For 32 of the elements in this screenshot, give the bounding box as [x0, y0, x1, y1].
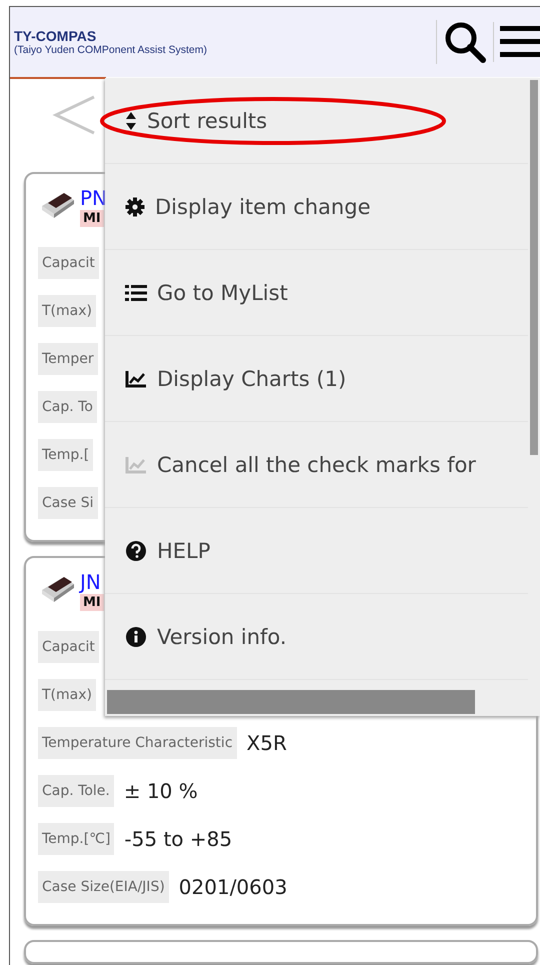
- back-icon[interactable]: [52, 95, 96, 135]
- scrollbar[interactable]: [530, 80, 538, 455]
- spec-label: T(max): [38, 295, 96, 327]
- menu-item[interactable]: Go to MyList: [105, 250, 528, 336]
- spec-label: Temperature Characteristic: [38, 727, 237, 759]
- spec-value: X5R: [246, 731, 287, 755]
- menu-item[interactable]: HELP: [105, 508, 528, 594]
- spec-label: Cap. Tole.: [38, 775, 114, 807]
- menu-item[interactable]: Version info.: [105, 594, 528, 680]
- spec-label: Temper: [38, 343, 98, 375]
- scrollbar[interactable]: [107, 690, 475, 714]
- part-number-link[interactable]: JN: [80, 570, 101, 594]
- product-badge: MI: [80, 210, 104, 227]
- menu-item[interactable]: Display Charts (1): [105, 336, 528, 422]
- spec-label: Temp.[℃]: [38, 823, 114, 855]
- spec-label: Case Size(EIA/JIS): [38, 871, 169, 903]
- menu-icon[interactable]: [493, 22, 540, 62]
- spec-value: 0201/0603: [178, 875, 288, 899]
- spec-label: Temp.[: [38, 439, 94, 471]
- spec-value: ± 10 %: [124, 779, 198, 803]
- app-subtitle: (Taiyo Yuden COMPonent Assist System): [14, 44, 207, 56]
- menu-item[interactable]: Sort results: [105, 78, 528, 164]
- spec-label: Capacit: [38, 631, 99, 663]
- spec-value: -55 to +85: [124, 827, 232, 851]
- spec-label: Case Si: [38, 487, 98, 519]
- spec-label: T(max): [38, 679, 96, 711]
- product-badge: MI: [80, 594, 104, 611]
- part-number-link[interactable]: PN: [80, 186, 108, 210]
- app-title: TY-COMPAS: [14, 28, 98, 44]
- menu-item[interactable]: Display item change: [105, 164, 528, 250]
- spec-label: Capacit: [38, 247, 99, 279]
- spec-label: Cap. To: [38, 391, 97, 423]
